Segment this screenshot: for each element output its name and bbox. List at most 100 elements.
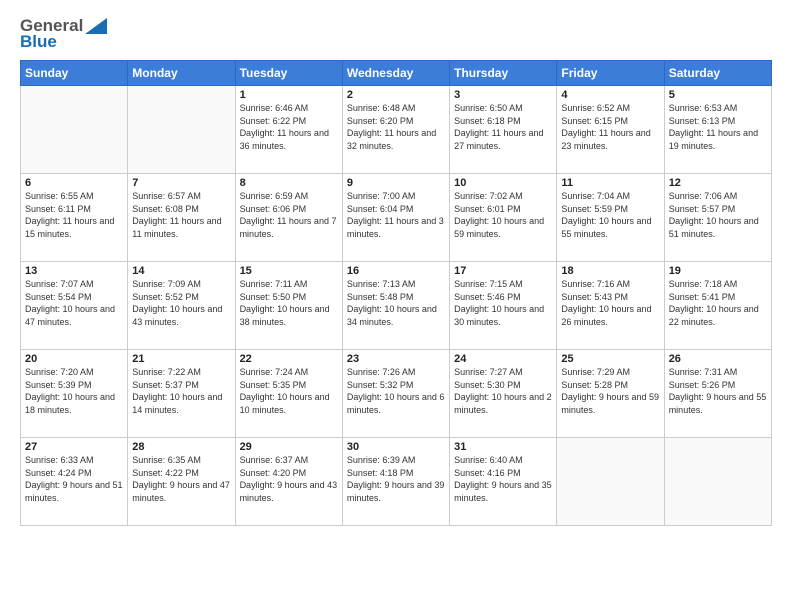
day-info: Sunrise: 7:04 AM Sunset: 5:59 PM Dayligh… — [561, 190, 659, 240]
calendar-header-row: SundayMondayTuesdayWednesdayThursdayFrid… — [21, 61, 772, 86]
calendar-cell: 11Sunrise: 7:04 AM Sunset: 5:59 PM Dayli… — [557, 174, 664, 262]
col-header-wednesday: Wednesday — [342, 61, 449, 86]
day-number: 29 — [240, 441, 338, 453]
logo: General Blue — [20, 16, 107, 52]
day-info: Sunrise: 6:40 AM Sunset: 4:16 PM Dayligh… — [454, 454, 552, 504]
day-number: 12 — [669, 177, 767, 189]
day-number: 11 — [561, 177, 659, 189]
calendar-cell: 25Sunrise: 7:29 AM Sunset: 5:28 PM Dayli… — [557, 350, 664, 438]
day-number: 18 — [561, 265, 659, 277]
col-header-tuesday: Tuesday — [235, 61, 342, 86]
day-info: Sunrise: 7:31 AM Sunset: 5:26 PM Dayligh… — [669, 366, 767, 416]
calendar-cell: 12Sunrise: 7:06 AM Sunset: 5:57 PM Dayli… — [664, 174, 771, 262]
calendar-week-1: 1Sunrise: 6:46 AM Sunset: 6:22 PM Daylig… — [21, 86, 772, 174]
calendar-cell: 8Sunrise: 6:59 AM Sunset: 6:06 PM Daylig… — [235, 174, 342, 262]
logo-blue-text: Blue — [20, 32, 57, 52]
day-info: Sunrise: 6:52 AM Sunset: 6:15 PM Dayligh… — [561, 102, 659, 152]
day-number: 10 — [454, 177, 552, 189]
calendar-week-4: 20Sunrise: 7:20 AM Sunset: 5:39 PM Dayli… — [21, 350, 772, 438]
day-number: 4 — [561, 89, 659, 101]
day-info: Sunrise: 7:29 AM Sunset: 5:28 PM Dayligh… — [561, 366, 659, 416]
day-info: Sunrise: 7:18 AM Sunset: 5:41 PM Dayligh… — [669, 278, 767, 328]
day-number: 26 — [669, 353, 767, 365]
calendar-cell: 2Sunrise: 6:48 AM Sunset: 6:20 PM Daylig… — [342, 86, 449, 174]
day-number: 9 — [347, 177, 445, 189]
calendar-cell — [557, 438, 664, 526]
col-header-saturday: Saturday — [664, 61, 771, 86]
day-number: 14 — [132, 265, 230, 277]
day-info: Sunrise: 7:26 AM Sunset: 5:32 PM Dayligh… — [347, 366, 445, 416]
day-number: 23 — [347, 353, 445, 365]
day-info: Sunrise: 7:13 AM Sunset: 5:48 PM Dayligh… — [347, 278, 445, 328]
day-number: 22 — [240, 353, 338, 365]
col-header-sunday: Sunday — [21, 61, 128, 86]
calendar-cell: 26Sunrise: 7:31 AM Sunset: 5:26 PM Dayli… — [664, 350, 771, 438]
calendar-cell: 20Sunrise: 7:20 AM Sunset: 5:39 PM Dayli… — [21, 350, 128, 438]
calendar-cell: 21Sunrise: 7:22 AM Sunset: 5:37 PM Dayli… — [128, 350, 235, 438]
day-info: Sunrise: 6:48 AM Sunset: 6:20 PM Dayligh… — [347, 102, 445, 152]
day-number: 19 — [669, 265, 767, 277]
col-header-thursday: Thursday — [450, 61, 557, 86]
day-number: 13 — [25, 265, 123, 277]
day-number: 20 — [25, 353, 123, 365]
day-info: Sunrise: 7:07 AM Sunset: 5:54 PM Dayligh… — [25, 278, 123, 328]
day-info: Sunrise: 7:16 AM Sunset: 5:43 PM Dayligh… — [561, 278, 659, 328]
day-number: 16 — [347, 265, 445, 277]
day-info: Sunrise: 7:06 AM Sunset: 5:57 PM Dayligh… — [669, 190, 767, 240]
day-info: Sunrise: 6:50 AM Sunset: 6:18 PM Dayligh… — [454, 102, 552, 152]
calendar-cell: 30Sunrise: 6:39 AM Sunset: 4:18 PM Dayli… — [342, 438, 449, 526]
day-number: 6 — [25, 177, 123, 189]
day-info: Sunrise: 7:20 AM Sunset: 5:39 PM Dayligh… — [25, 366, 123, 416]
calendar-cell: 6Sunrise: 6:55 AM Sunset: 6:11 PM Daylig… — [21, 174, 128, 262]
day-info: Sunrise: 6:39 AM Sunset: 4:18 PM Dayligh… — [347, 454, 445, 504]
day-info: Sunrise: 6:53 AM Sunset: 6:13 PM Dayligh… — [669, 102, 767, 152]
day-info: Sunrise: 7:27 AM Sunset: 5:30 PM Dayligh… — [454, 366, 552, 416]
day-info: Sunrise: 6:37 AM Sunset: 4:20 PM Dayligh… — [240, 454, 338, 504]
day-number: 31 — [454, 441, 552, 453]
day-number: 8 — [240, 177, 338, 189]
calendar-cell: 9Sunrise: 7:00 AM Sunset: 6:04 PM Daylig… — [342, 174, 449, 262]
day-number: 5 — [669, 89, 767, 101]
col-header-friday: Friday — [557, 61, 664, 86]
calendar-cell: 7Sunrise: 6:57 AM Sunset: 6:08 PM Daylig… — [128, 174, 235, 262]
calendar-cell: 1Sunrise: 6:46 AM Sunset: 6:22 PM Daylig… — [235, 86, 342, 174]
calendar-cell: 15Sunrise: 7:11 AM Sunset: 5:50 PM Dayli… — [235, 262, 342, 350]
page: General Blue SundayMondayTuesdayWednesda… — [0, 0, 792, 546]
day-info: Sunrise: 7:15 AM Sunset: 5:46 PM Dayligh… — [454, 278, 552, 328]
day-number: 15 — [240, 265, 338, 277]
day-number: 28 — [132, 441, 230, 453]
calendar-cell: 5Sunrise: 6:53 AM Sunset: 6:13 PM Daylig… — [664, 86, 771, 174]
day-number: 3 — [454, 89, 552, 101]
calendar-cell: 17Sunrise: 7:15 AM Sunset: 5:46 PM Dayli… — [450, 262, 557, 350]
calendar-cell: 28Sunrise: 6:35 AM Sunset: 4:22 PM Dayli… — [128, 438, 235, 526]
logo-icon — [85, 18, 107, 34]
calendar-cell: 3Sunrise: 6:50 AM Sunset: 6:18 PM Daylig… — [450, 86, 557, 174]
calendar-cell: 29Sunrise: 6:37 AM Sunset: 4:20 PM Dayli… — [235, 438, 342, 526]
day-info: Sunrise: 7:02 AM Sunset: 6:01 PM Dayligh… — [454, 190, 552, 240]
calendar-cell: 23Sunrise: 7:26 AM Sunset: 5:32 PM Dayli… — [342, 350, 449, 438]
day-info: Sunrise: 7:09 AM Sunset: 5:52 PM Dayligh… — [132, 278, 230, 328]
calendar-cell: 14Sunrise: 7:09 AM Sunset: 5:52 PM Dayli… — [128, 262, 235, 350]
calendar: SundayMondayTuesdayWednesdayThursdayFrid… — [20, 60, 772, 526]
calendar-week-2: 6Sunrise: 6:55 AM Sunset: 6:11 PM Daylig… — [21, 174, 772, 262]
calendar-week-3: 13Sunrise: 7:07 AM Sunset: 5:54 PM Dayli… — [21, 262, 772, 350]
calendar-cell: 16Sunrise: 7:13 AM Sunset: 5:48 PM Dayli… — [342, 262, 449, 350]
calendar-cell: 4Sunrise: 6:52 AM Sunset: 6:15 PM Daylig… — [557, 86, 664, 174]
calendar-cell: 18Sunrise: 7:16 AM Sunset: 5:43 PM Dayli… — [557, 262, 664, 350]
header: General Blue — [20, 16, 772, 52]
calendar-cell: 27Sunrise: 6:33 AM Sunset: 4:24 PM Dayli… — [21, 438, 128, 526]
calendar-cell: 31Sunrise: 6:40 AM Sunset: 4:16 PM Dayli… — [450, 438, 557, 526]
calendar-week-5: 27Sunrise: 6:33 AM Sunset: 4:24 PM Dayli… — [21, 438, 772, 526]
day-number: 7 — [132, 177, 230, 189]
day-info: Sunrise: 6:55 AM Sunset: 6:11 PM Dayligh… — [25, 190, 123, 240]
day-number: 1 — [240, 89, 338, 101]
day-info: Sunrise: 6:35 AM Sunset: 4:22 PM Dayligh… — [132, 454, 230, 504]
calendar-cell: 10Sunrise: 7:02 AM Sunset: 6:01 PM Dayli… — [450, 174, 557, 262]
day-number: 21 — [132, 353, 230, 365]
calendar-cell: 19Sunrise: 7:18 AM Sunset: 5:41 PM Dayli… — [664, 262, 771, 350]
calendar-cell — [128, 86, 235, 174]
day-number: 2 — [347, 89, 445, 101]
day-info: Sunrise: 6:57 AM Sunset: 6:08 PM Dayligh… — [132, 190, 230, 240]
calendar-cell: 13Sunrise: 7:07 AM Sunset: 5:54 PM Dayli… — [21, 262, 128, 350]
calendar-cell: 22Sunrise: 7:24 AM Sunset: 5:35 PM Dayli… — [235, 350, 342, 438]
